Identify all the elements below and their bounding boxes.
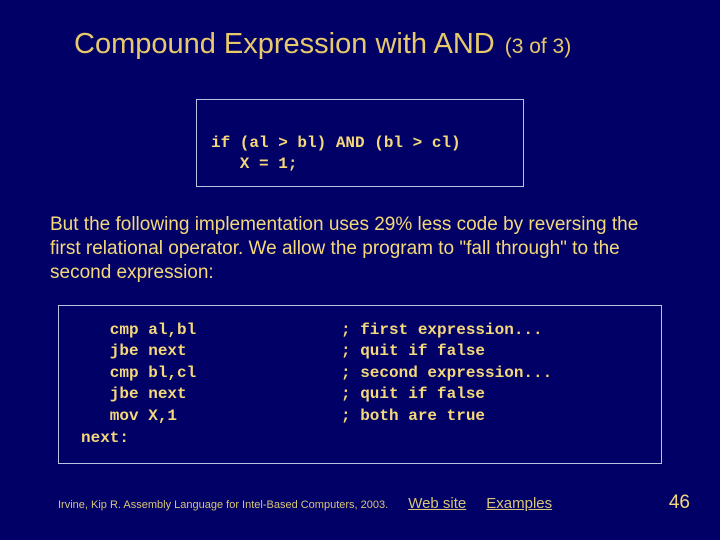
assembly-code-box: cmp al,bl ; first expression... jbe next… (58, 305, 662, 465)
footer: Irvine, Kip R. Assembly Language for Int… (58, 492, 690, 514)
website-link[interactable]: Web site (408, 495, 466, 512)
code-label: next: (81, 428, 643, 450)
body-paragraph: But the following implementation uses 29… (50, 213, 670, 284)
title-row: Compound Expression with AND (3 of 3) (0, 0, 720, 61)
examples-link[interactable]: Examples (486, 495, 552, 512)
slide-title: Compound Expression with AND (74, 28, 495, 61)
code-instr: jbe next (81, 341, 341, 363)
code-instr: mov X,1 (81, 406, 341, 428)
pseudocode-box: if (al > bl) AND (bl > cl) X = 1; (196, 99, 524, 187)
code-comment: ; quit if false (341, 384, 485, 406)
code-instr: cmp al,bl (81, 320, 341, 342)
code-row: mov X,1 ; both are true (81, 406, 643, 428)
code-instr: jbe next (81, 384, 341, 406)
code-comment: ; both are true (341, 406, 485, 428)
page-number: 46 (669, 492, 690, 514)
code-row: jbe next ; quit if false (81, 384, 643, 406)
citation: Irvine, Kip R. Assembly Language for Int… (58, 499, 388, 511)
code-row: cmp bl,cl ; second expression... (81, 363, 643, 385)
code-row: jbe next ; quit if false (81, 341, 643, 363)
code-comment: ; quit if false (341, 341, 485, 363)
code-comment: ; first expression... (341, 320, 543, 342)
slide-pager: (3 of 3) (505, 35, 572, 59)
code-instr: cmp bl,cl (81, 363, 341, 385)
code-comment: ; second expression... (341, 363, 552, 385)
code-row: cmp al,bl ; first expression... (81, 320, 643, 342)
pseudo-line-1: if (al > bl) AND (bl > cl) (211, 134, 461, 152)
pseudo-line-2: X = 1; (211, 155, 297, 173)
footer-links: Web site Examples (408, 495, 552, 512)
